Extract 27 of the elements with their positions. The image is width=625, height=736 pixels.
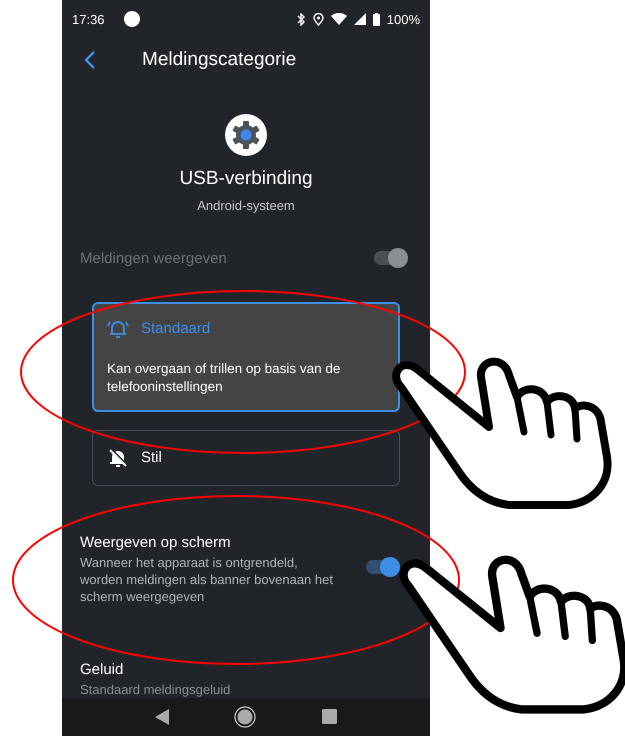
setting-label: Weergeven op scherm (80, 534, 232, 551)
setting-description: Wanneer het apparaat is ontgrendeld, worden meldingen als banner bovenaan het scherm weergegeven (80, 554, 334, 605)
option-label: Stil (141, 449, 162, 466)
behavior-option[interactable]: Standaard Kan overgaan of trillen op basis van de telefooninstellingen (92, 302, 400, 412)
battery-icon (372, 12, 380, 26)
status-time: 17:36 (72, 12, 105, 27)
option-description: Kan overgaan of trillen op basis van de telefooninstellingen (107, 360, 342, 396)
battery-percentage: 100% (386, 12, 420, 27)
option-label: Standaard (141, 320, 210, 338)
overview-square-icon[interactable] (322, 709, 338, 724)
location-icon (312, 12, 324, 26)
page-title: Meldingscategorie (142, 49, 296, 72)
wifi-icon (330, 13, 347, 26)
bluetooth-icon (296, 12, 306, 26)
behavior-option[interactable]: Stil (92, 430, 400, 486)
gear-icon (225, 114, 267, 156)
app-name: USB-verbinding (179, 168, 313, 190)
notification-dot-icon (124, 11, 140, 28)
bell-off-icon (107, 446, 129, 469)
app-subtitle: Android-systeem (197, 198, 295, 214)
setting-description: Standaard meldingsgeluid (80, 680, 232, 698)
back-triangle-icon[interactable] (154, 708, 169, 725)
signal-icon (354, 13, 366, 26)
home-circle-icon[interactable] (234, 706, 256, 728)
setting-label: Geluid (80, 660, 124, 678)
show-notifications-label: Meldingen weergeven (80, 250, 227, 267)
setting-toggle[interactable] (366, 560, 400, 574)
